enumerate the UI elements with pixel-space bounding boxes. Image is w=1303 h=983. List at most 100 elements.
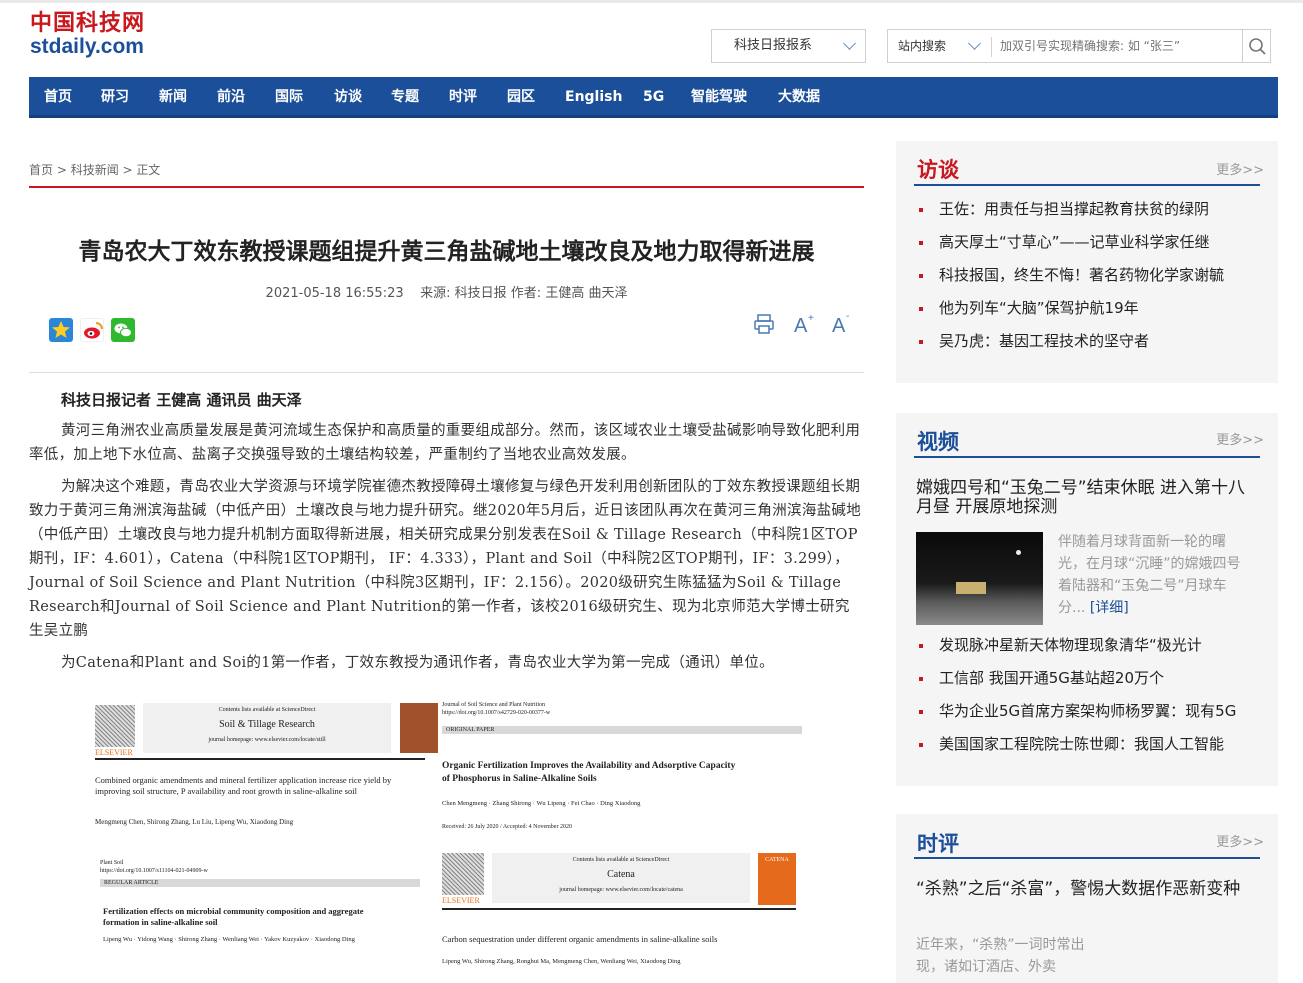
lunar-rover-shape [956,582,986,594]
print-icon[interactable] [753,313,775,340]
list-item[interactable]: 王佐：用责任与担当撑起教育扶贫的绿阴 [918,193,1263,226]
interviews-more-link[interactable]: 更多>> [1216,159,1264,178]
top-border [0,0,1303,3]
video-detail-link[interactable]: [详细] [1090,600,1129,616]
breadcrumb-section[interactable]: 科技新闻 [71,163,119,177]
paper-1-cover [400,703,438,753]
paper-2-title: Organic Fertilization Improves the Avail… [442,761,736,784]
paper-2-tag: ORIGINAL PAPER [442,726,802,734]
list-item[interactable]: 工信部 我国开通5G基站超20万个 [918,662,1263,695]
sun-dot [1016,550,1021,555]
paper-4-cover: CATENA [758,853,796,905]
paper-2-journal: Journal of Soil Science and Plant Nutrit… [442,702,545,708]
paper-4-journal-box: Contents lists available at ScienceDirec… [492,853,750,903]
article-figure: ELSEVIER Contents lists available at Sci… [95,690,805,983]
list-item[interactable]: 高天厚土“寸草心”——记草业科学家任继 [918,226,1263,259]
list-item[interactable]: 他为列车“大脑”保驾护航19年 [918,292,1263,325]
paper-1-contents: Contents lists available at ScienceDirec… [218,707,316,713]
interviews-title: 访谈 [917,158,959,182]
breadcrumb-home[interactable]: 首页 [29,163,53,177]
paper-4-divider [442,908,796,910]
search-box: 站内搜索 [887,29,1271,63]
nav-5g[interactable]: 5G [643,77,664,118]
nav-special[interactable]: 专题 [391,77,419,118]
share-qzone-icon[interactable] [49,318,73,342]
paper-2-header: Journal of Soil Science and Plant Nutrit… [442,702,802,847]
share-weibo-icon[interactable] [80,318,104,342]
list-item[interactable]: 美国国家工程院院士陈世卿：我国人工智能 [918,728,1263,761]
breadcrumb-current: 正文 [136,163,161,177]
paper-4-journal: Catena [607,869,635,880]
paper-3-authors: Lipeng Wu · Yidong Wang · Shirong Zhang … [103,936,355,943]
nav-study[interactable]: 研习 [101,77,129,118]
search-icon [1249,38,1266,55]
article-divider [29,372,864,373]
nav-smart-driving[interactable]: 智能驾驶 [691,77,747,118]
paper-3-doi: https://doi.org/10.1007/s11104-021-04909… [100,868,208,874]
logo-chinese: 中国科技网 [30,10,146,36]
nav-interview[interactable]: 访谈 [334,77,362,118]
paper-4-contents: Contents lists available at ScienceDirec… [572,857,670,863]
search-input[interactable] [1000,36,1240,56]
svg-text:A: A [832,315,846,336]
paper-4-header: ELSEVIER Contents lists available at Sci… [442,850,802,983]
video-summary-text: 伴随着月球背面新一轮的曙光，在月球“沉睡”的嫦娥四号着陆器和“玉兔二号”月球车分… [1058,534,1241,616]
paper-4-publisher: ELSEVIER [442,896,480,905]
share-wechat-icon[interactable] [111,318,135,342]
list-item[interactable]: 华为企业5G首席方案架构师杨罗翼：现有5G [918,695,1263,728]
paper-4-homepage: journal homepage: www.elsevier.com/locat… [559,887,683,893]
commentary-divider [914,857,1260,859]
article-paragraph-1: 黄河三角洲农业高质量发展是黄河流域生态保护和高质量的重要组成部分。然而，该区域农… [29,423,861,463]
nav-commentary[interactable]: 时评 [449,77,477,118]
svg-text:-: - [846,312,849,322]
paper-1-homepage: journal homepage: www.elsevier.com/locat… [208,737,326,743]
video-divider [914,456,1260,458]
newspaper-group-dropdown[interactable]: 科技日报报系 [711,29,866,63]
search-scope-select[interactable]: 站内搜索 [898,30,946,62]
paper-1-authors: Mengmeng Chen, Shirong Zhang, Lu Liu, Li… [95,818,294,826]
nav-park[interactable]: 园区 [507,77,535,118]
commentary-more-link[interactable]: 更多>> [1216,831,1264,850]
article-datetime: 2021-05-18 16:55:23 [265,286,404,301]
video-thumbnail[interactable] [916,532,1043,625]
video-list: 发现脉冲星新天体物理现象清华“极光计 工信部 我国开通5G基站超20万个 华为企… [918,629,1263,761]
font-increase-icon[interactable]: A + [793,312,817,341]
nav-big-data[interactable]: 大数据 [778,77,820,118]
nav-news[interactable]: 新闻 [159,77,187,118]
paper-1-header: ELSEVIER Contents lists available at Sci… [95,700,438,855]
nav-international[interactable]: 国际 [275,77,303,118]
list-item[interactable]: 吴乃虎：基因工程技术的坚守者 [918,325,1263,358]
paper-4-title: Carbon sequestration under different org… [442,934,718,944]
article-byline: 科技日报记者 王健高 通讯员 曲天泽 [61,391,302,409]
commentary-title: 时评 [917,832,959,856]
dropdown-label: 科技日报报系 [734,38,813,53]
commentary-headline[interactable]: “杀熟”之后“杀富”，警惕大数据作恶新变种 [916,880,1261,899]
svg-text:A: A [794,315,808,336]
article-paragraph-3: 为Catena和Plant and Soi的1第一作者，丁效东教授为通讯作者，青… [61,655,774,671]
video-headline[interactable]: 嫦娥四号和“玉兔二号”结束休眠 进入第十八月昼 开展原地探测 [916,479,1261,517]
video-title: 视频 [917,430,959,454]
paper-2-doi: https://doi.org/10.1007/s42729-020-00377… [442,710,551,716]
list-item[interactable]: 科技报国，终生不悔！著名药物化学家谢毓 [918,259,1263,292]
paper-3-tag: REGULAR ARTICLE [100,879,420,887]
elsevier-tree-icon [95,705,135,747]
paper-1-divider [95,758,425,760]
nav-home[interactable]: 首页 [44,77,72,118]
nav-english[interactable]: English [565,77,622,118]
paper-1-journal-box: Contents lists available at ScienceDirec… [143,703,391,753]
search-button[interactable] [1242,30,1270,62]
breadcrumb-divider [29,186,864,188]
sidebar-interviews: 访谈 更多>> 王佐：用责任与担当撑起教育扶贫的绿阴 高天厚土“寸草心”——记草… [896,141,1278,383]
chevron-down-icon [843,37,856,50]
paper-4-tree-icon [442,853,484,895]
video-more-link[interactable]: 更多>> [1216,429,1264,448]
nav-frontier[interactable]: 前沿 [217,77,245,118]
list-item[interactable]: 发现脉冲星新天体物理现象清华“极光计 [918,629,1263,662]
sidebar-video: 视频 更多>> 嫦娥四号和“玉兔二号”结束休眠 进入第十八月昼 开展原地探测 伴… [896,413,1278,786]
paper-1-publisher: ELSEVIER [95,748,133,757]
paper-3-title: Fertilization effects on microbial commu… [103,906,364,927]
site-logo[interactable]: 中国科技网 stdaily.com [30,10,160,58]
interviews-divider [914,184,1260,186]
font-decrease-icon[interactable]: A- [831,311,855,341]
article-source: 来源: 科技日报 作者: 王健高 曲天泽 [420,286,628,301]
